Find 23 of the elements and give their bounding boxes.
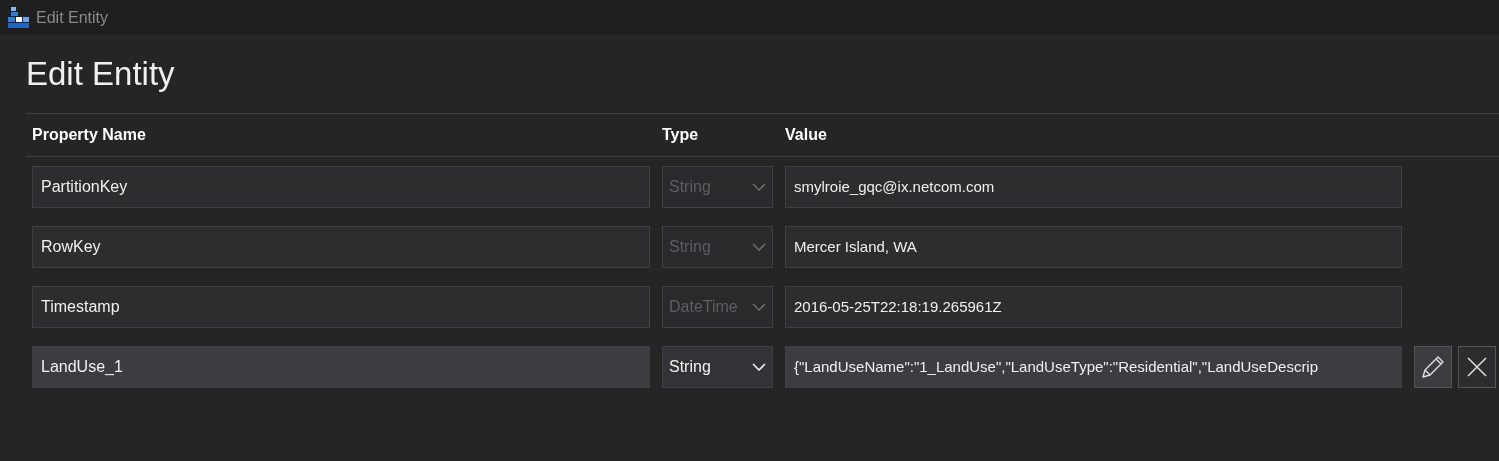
edit-button[interactable] [1414, 346, 1452, 388]
value-field[interactable]: {"LandUseName":"1_LandUse","LandUseType":"Residential","LandUseDescrip [785, 346, 1402, 388]
app-icon [8, 6, 30, 29]
column-header: Type [662, 125, 700, 145]
chevron-down-icon [752, 183, 766, 191]
property-name-field[interactable]: RowKey [32, 226, 650, 268]
pencil-icon [1420, 354, 1446, 380]
property-name-field[interactable]: LandUse_1 [32, 346, 650, 388]
window-title: Edit Entity [36, 7, 109, 28]
chevron-down-icon [752, 243, 766, 251]
value-field[interactable]: Mercer Island, WA [785, 226, 1402, 268]
property-name-field[interactable]: Timestamp [32, 286, 650, 328]
value-field[interactable]: smylroie_gqc@ix.netcom.com [785, 166, 1402, 208]
column-header: Value [785, 125, 827, 145]
type-dropdown[interactable]: String [662, 346, 773, 388]
property-name-field[interactable]: PartitionKey [32, 166, 650, 208]
value-field[interactable]: 2016-05-25T22:18:19.265961Z [785, 286, 1402, 328]
chevron-down-icon [752, 363, 766, 371]
page-heading: Edit Entity [26, 54, 176, 95]
column-header: Property Name [31, 125, 147, 145]
close-icon [1467, 357, 1487, 377]
delete-button[interactable] [1458, 346, 1496, 388]
chevron-down-icon [752, 303, 766, 311]
